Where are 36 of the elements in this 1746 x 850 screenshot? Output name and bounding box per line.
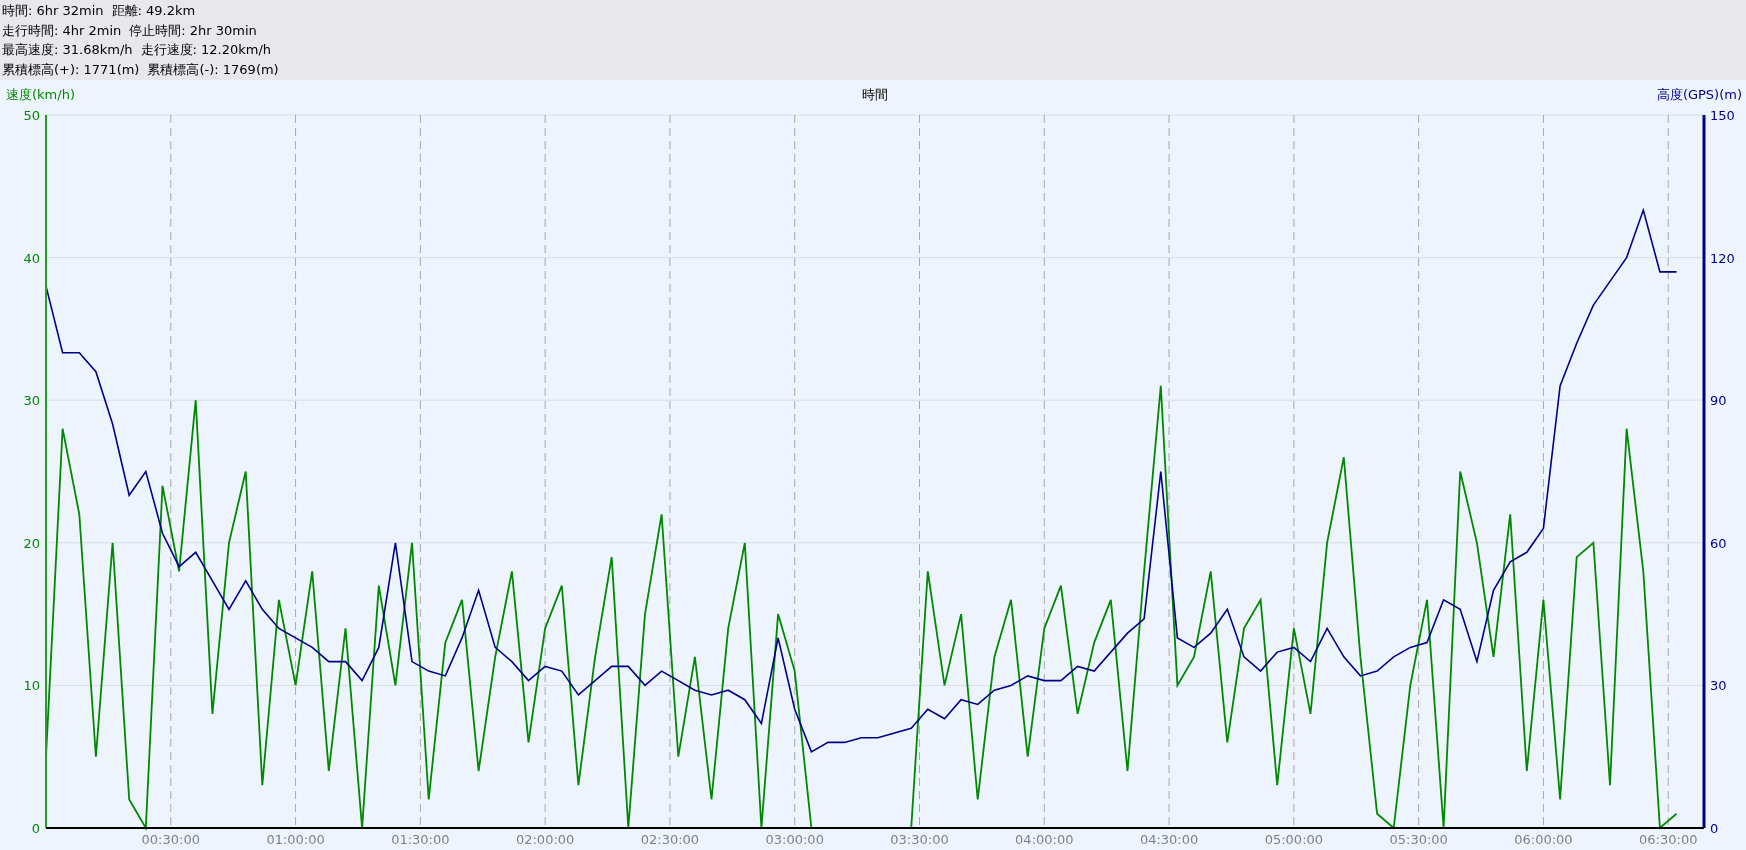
left-tick-label: 50 xyxy=(23,108,40,123)
time-tick-label: 01:30:00 xyxy=(391,832,450,847)
summary-stat: 累積標高(+): 1771(m) xyxy=(2,60,140,79)
summary-stat: 走行時間: 4hr 2min xyxy=(2,21,122,40)
time-tick-label: 01:00:00 xyxy=(266,832,325,847)
left-axis-label: 速度(km/h) xyxy=(6,87,75,102)
summary-stat: 距離: 49.2km xyxy=(111,2,196,20)
time-tick-label: 02:30:00 xyxy=(640,832,700,847)
time-tick-label: 04:30:00 xyxy=(1139,832,1199,847)
left-tick-label: 10 xyxy=(23,678,40,694)
left-tick-label: 40 xyxy=(23,250,40,266)
left-tick-label: 0 xyxy=(31,821,40,836)
time-tick-label: 05:00:00 xyxy=(1264,832,1324,847)
time-tick-label: 03:30:00 xyxy=(890,832,949,847)
summary-stat: 最高速度: 31.68km/h xyxy=(2,41,133,59)
left-tick-label: 30 xyxy=(23,393,40,409)
time-tick-label: 03:00:00 xyxy=(765,832,824,847)
summary-stat: 時間: 6hr 32min xyxy=(2,2,104,20)
right-tick-label: 150 xyxy=(1710,108,1735,123)
time-tick-label: 02:00:00 xyxy=(515,832,575,847)
time-tick-label: 04:00:00 xyxy=(1015,832,1074,847)
time-tick-label: 00:30:00 xyxy=(141,832,200,847)
time-tick-label: 06:00:00 xyxy=(1514,832,1573,847)
summary-stat: 累積標高(-): 1769(m) xyxy=(147,60,279,79)
right-tick-label: 90 xyxy=(1710,393,1727,409)
summary-stat: 停止時間: 2hr 30min xyxy=(129,21,257,40)
chart-title: 時間 xyxy=(862,87,888,102)
right-tick-label: 0 xyxy=(1710,821,1719,836)
time-tick-label: 06:30:00 xyxy=(1639,832,1698,847)
summary-stat: 走行速度: 12.20km/h xyxy=(140,41,272,59)
right-tick-label: 30 xyxy=(1710,678,1727,694)
right-tick-label: 120 xyxy=(1710,250,1735,266)
right-tick-label: 60 xyxy=(1710,535,1727,551)
right-axis-label: 高度(GPS)(m) xyxy=(1656,87,1742,102)
time-tick-label: 05:30:00 xyxy=(1389,832,1448,847)
left-tick-label: 20 xyxy=(23,535,40,551)
